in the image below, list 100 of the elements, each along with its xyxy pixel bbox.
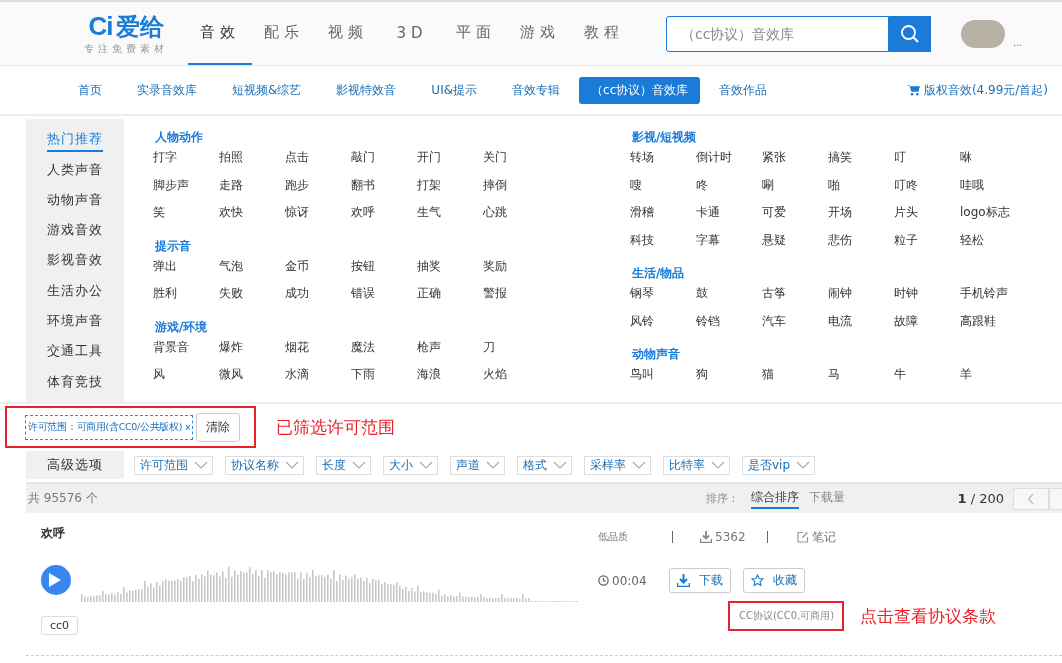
search-button[interactable] (889, 15, 931, 52)
tag-link[interactable]: 跑步 (285, 176, 351, 204)
subnav-link[interactable]: UI&提示 (415, 76, 494, 104)
tag-link[interactable]: 卡通 (696, 204, 762, 232)
tag-link[interactable]: 火焰 (483, 366, 549, 394)
tag-link[interactable]: 背景音 (153, 338, 219, 366)
filter-chip[interactable]: 许可范围：可商用(含CC0/公共版权) x (25, 414, 194, 440)
tag-link[interactable]: 搞笑 (828, 149, 894, 177)
tag-link[interactable]: 转场 (630, 149, 696, 177)
nav-tab[interactable]: 平面 (444, 2, 508, 65)
tag-link[interactable]: 悲伤 (828, 231, 894, 259)
tag-link[interactable]: 抽奖 (417, 257, 483, 285)
filter-dropdown[interactable]: 比特率 (663, 455, 730, 475)
tag-link[interactable]: 欢快 (219, 204, 285, 232)
tag-link[interactable]: 警报 (483, 285, 549, 313)
play-button[interactable] (41, 565, 71, 595)
subnav-link[interactable]: （cc协议）音效库 (579, 76, 701, 104)
tag-link[interactable]: 金币 (285, 257, 351, 285)
category-tab[interactable]: 交通工具 (47, 341, 103, 372)
filter-dropdown[interactable]: 大小 (383, 455, 438, 475)
category-tab[interactable]: 游戏音效 (47, 220, 103, 251)
tag-link[interactable]: 风 (153, 366, 219, 394)
category-tab[interactable]: 动物声音 (47, 189, 103, 221)
tag-link[interactable]: 错误 (351, 285, 417, 313)
tag-link[interactable]: 马 (828, 366, 894, 394)
tag-link[interactable]: 成功 (285, 285, 351, 313)
category-tab[interactable]: 人类声音 (47, 159, 103, 190)
tag-link[interactable]: 叮 (894, 149, 960, 177)
category-tab[interactable]: 热门推荐 (47, 129, 103, 152)
tag-link[interactable]: 可爱 (762, 204, 828, 232)
tag-link[interactable]: 粒子 (894, 231, 960, 259)
tag-link[interactable]: 高跟鞋 (960, 312, 1026, 340)
tag-link[interactable]: 开场 (828, 204, 894, 232)
tag-link[interactable]: 故障 (894, 312, 960, 340)
tag-link[interactable]: 按钮 (351, 257, 417, 285)
tag-link[interactable]: 倒计时 (696, 149, 762, 177)
tag-link[interactable]: 气泡 (219, 257, 285, 285)
tag-link[interactable]: 狗 (696, 366, 762, 394)
nav-tab[interactable]: 视频 (316, 2, 380, 65)
clear-button[interactable]: 清除 (196, 412, 241, 442)
filter-dropdown[interactable]: 协议名称 (225, 455, 304, 475)
logo-mark[interactable]: Ci (88, 11, 113, 42)
tag-link[interactable]: 滑稽 (630, 204, 696, 232)
tag-link[interactable]: 字幕 (696, 231, 762, 259)
tag-link[interactable]: 片头 (894, 204, 960, 232)
tag-link[interactable]: 惊讶 (285, 204, 351, 232)
tag-link[interactable]: 钢琴 (630, 285, 696, 313)
sound-title[interactable]: 欢呼 (41, 525, 598, 542)
tag-link[interactable]: 水滴 (285, 366, 351, 394)
tag-link[interactable]: 开门 (417, 149, 483, 177)
tag-link[interactable]: 失败 (219, 285, 285, 313)
tag-link[interactable]: 手机铃声 (960, 285, 1026, 313)
subnav-link[interactable]: 影视特效音 (320, 76, 413, 104)
download-button[interactable]: 下载 (669, 568, 731, 593)
tag-link[interactable]: 牛 (894, 366, 960, 394)
tag-link[interactable]: 正确 (417, 285, 483, 313)
tag-link[interactable]: 科技 (630, 231, 696, 259)
tag-link[interactable]: 鸟叫 (630, 366, 696, 394)
tag-link[interactable]: 欢呼 (351, 204, 417, 232)
category-tab[interactable]: 体育竞技 (47, 371, 103, 403)
avatar[interactable] (961, 19, 1005, 48)
subnav-link[interactable]: 音效专辑 (496, 76, 577, 104)
tag-link[interactable]: 羊 (960, 366, 1026, 394)
tag-link[interactable]: 铃铛 (696, 312, 762, 340)
tag-link[interactable]: 打字 (153, 149, 219, 177)
cart-link[interactable]: 版权音效(4.99元/首起) (906, 81, 1048, 99)
tag-link[interactable]: 紧张 (762, 149, 828, 177)
tag-link[interactable]: 心跳 (483, 204, 549, 232)
tag-link[interactable]: 轻松 (960, 231, 1026, 259)
tag-link[interactable]: 时钟 (894, 285, 960, 313)
category-tab[interactable]: 环境声音 (47, 311, 103, 342)
tag-link[interactable]: 关门 (483, 149, 549, 177)
tag-link[interactable]: 叮咚 (894, 176, 960, 204)
tag-link[interactable]: 电流 (828, 312, 894, 340)
tag-link[interactable]: 奖励 (483, 257, 549, 285)
tag-link[interactable]: 悬疑 (762, 231, 828, 259)
note-link[interactable]: 笔记 (797, 528, 836, 546)
tag-link[interactable]: 爆炸 (219, 338, 285, 366)
tag-link[interactable]: 枪声 (417, 338, 483, 366)
tag-link[interactable]: 下雨 (351, 366, 417, 394)
tag-link[interactable]: 胜利 (153, 285, 219, 313)
tag-link[interactable]: 猫 (762, 366, 828, 394)
tag-link[interactable]: 点击 (285, 149, 351, 177)
subnav-link[interactable]: 实录音效库 (121, 76, 213, 104)
tag-link[interactable]: 风铃 (630, 312, 696, 340)
tag-link[interactable]: 古筝 (762, 285, 828, 313)
tag-link[interactable]: 微风 (219, 366, 285, 394)
logo-text[interactable]: 爱给 (115, 11, 164, 43)
tag-link[interactable]: 鼓 (696, 285, 762, 313)
nav-tab[interactable]: 游戏 (508, 2, 572, 65)
subnav-link[interactable]: 音效作品 (703, 76, 784, 104)
nav-tab[interactable]: 配乐 (252, 2, 316, 65)
tag-link[interactable]: 拍照 (219, 149, 285, 177)
tag-link[interactable]: 翻书 (351, 176, 417, 204)
category-tab[interactable]: 影视音效 (47, 250, 103, 281)
tag-link[interactable]: 咻 (960, 149, 1026, 177)
tag-link[interactable]: 海浪 (417, 366, 483, 394)
tag-link[interactable]: 打架 (417, 176, 483, 204)
tag-link[interactable]: 摔倒 (483, 176, 549, 204)
tag-link[interactable]: 啪 (828, 176, 894, 204)
